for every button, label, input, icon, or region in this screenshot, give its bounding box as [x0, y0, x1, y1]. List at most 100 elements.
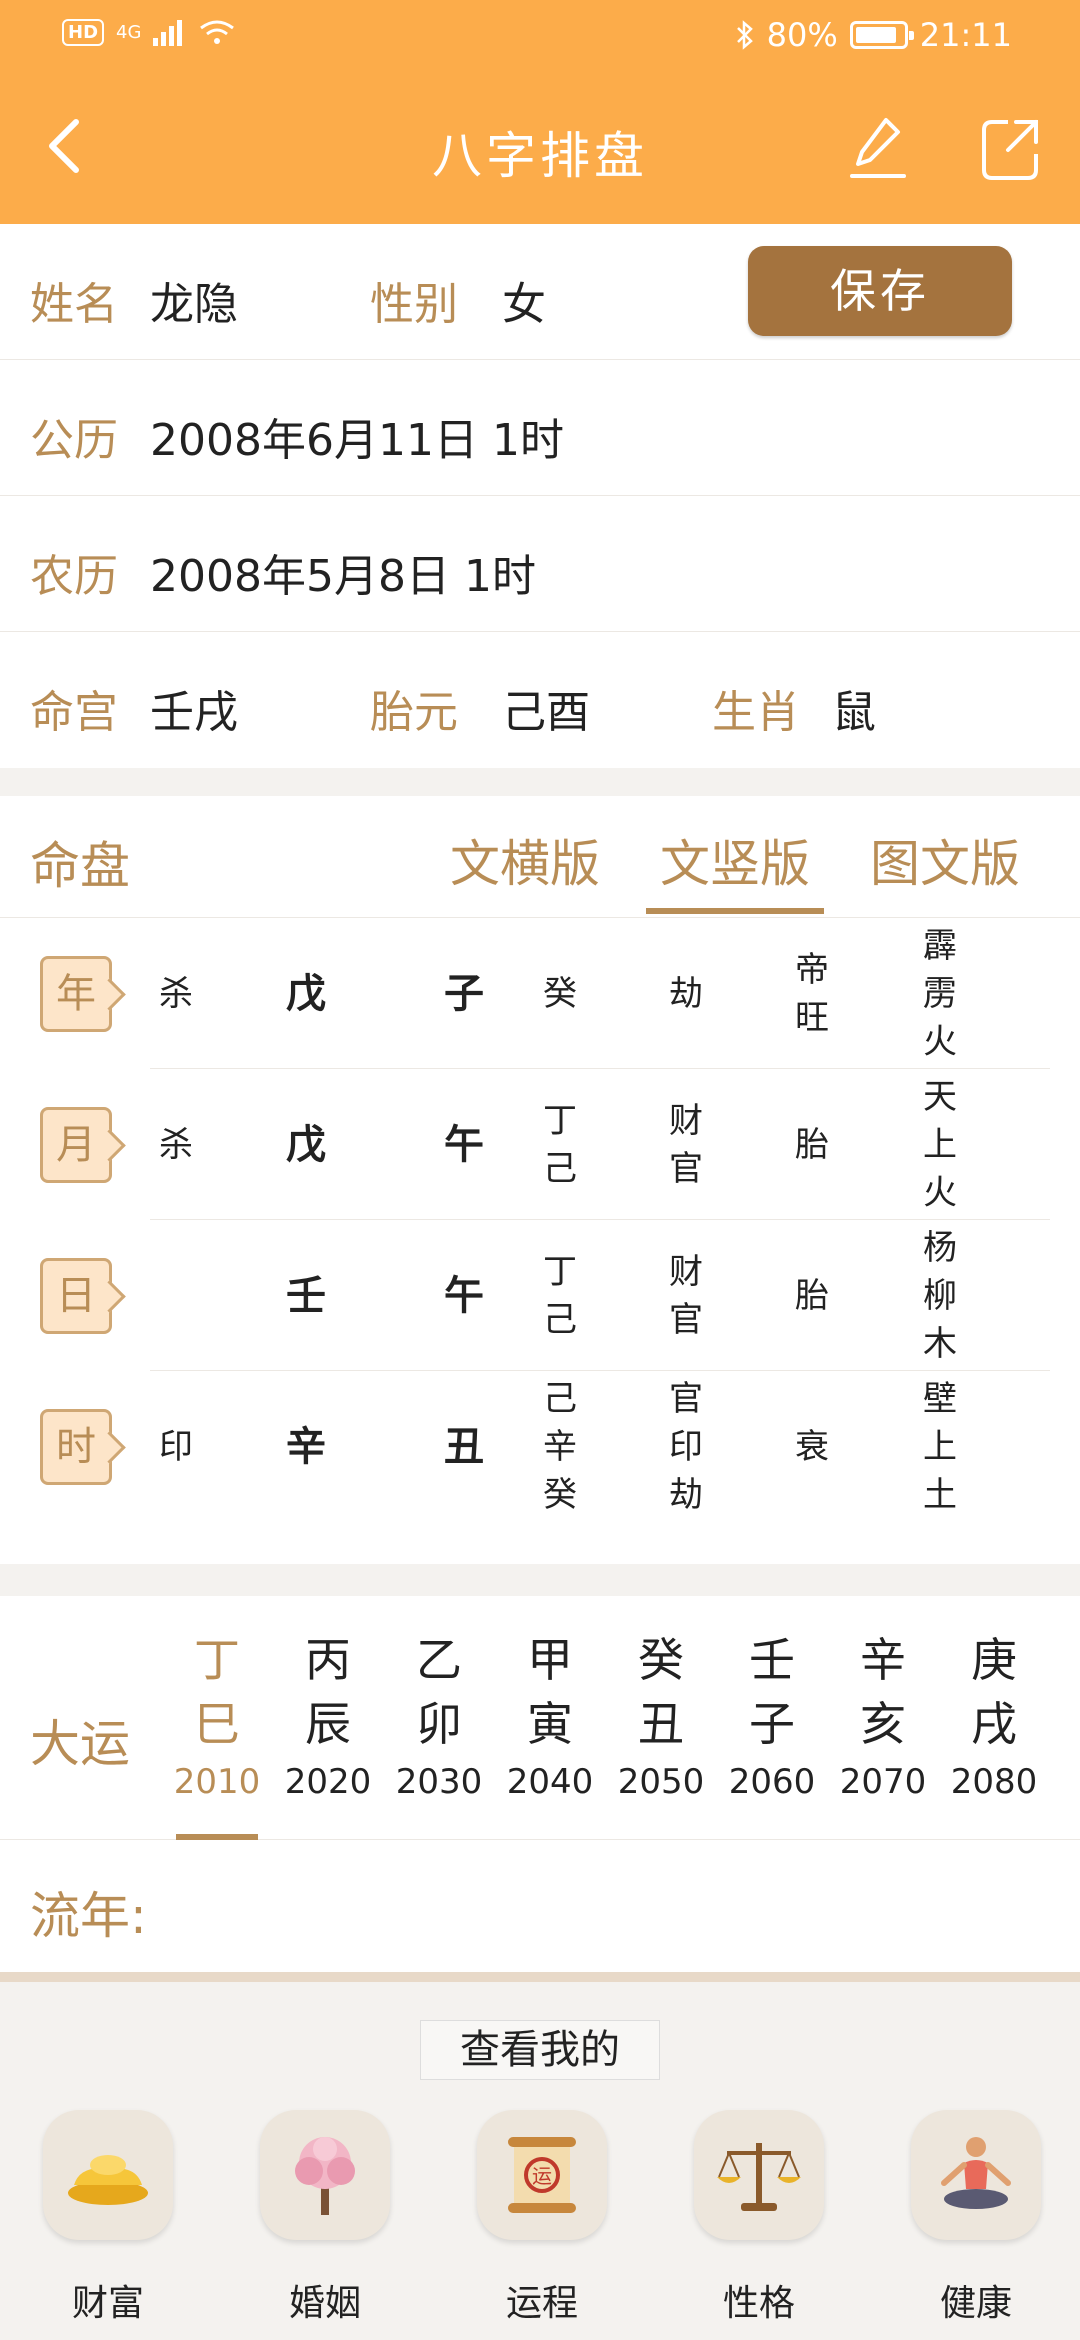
bazi-chart: 命盘 文横版 文竖版 图文版 年杀戊子癸劫帝旺霹雳火月杀戊午丁己财官胎天上火日壬…: [0, 796, 1080, 1564]
pillar-zhi: 午: [434, 1272, 494, 1320]
scroll-icon: 运: [477, 2110, 607, 2240]
luck-year: 2020: [284, 1762, 372, 1802]
pillar-cangshen-char: 财: [669, 1251, 703, 1292]
pillar-shishen: 杀: [146, 970, 206, 1018]
luck-top-char: 丁: [194, 1633, 240, 1687]
pillar-cangshen-char: 官: [669, 1299, 703, 1340]
view-mine-title: 查看我的: [420, 2020, 660, 2080]
blossom-tree-icon: [260, 2110, 390, 2240]
pillar-canggan-char: 己: [543, 1378, 577, 1419]
luck-bottom-char: 戌: [971, 1697, 1017, 1751]
pillar-canggan: 丁己: [530, 1248, 590, 1344]
pillar-nayin-char: 壁: [923, 1378, 957, 1419]
clock: 21:11: [919, 16, 1012, 54]
pillar-label: 时: [40, 1409, 112, 1485]
pillar-zhi-char: 丑: [444, 1423, 484, 1470]
app-header-bg: HD 4G 80% 21:11 八字排盘: [0, 0, 1080, 224]
category-label: 婚姻: [288, 2283, 361, 2324]
luck-column[interactable]: 癸丑 2050: [606, 1628, 716, 1806]
battery-icon: [849, 21, 914, 49]
luck-column[interactable]: 辛亥 2070: [828, 1628, 938, 1806]
category-label: 运程: [505, 2283, 578, 2324]
yoga-icon: [911, 2110, 1041, 2240]
pillar-zhi: 丑: [434, 1423, 494, 1471]
luck-column[interactable]: 庚戌 2080: [939, 1628, 1049, 1806]
battery-percent: 80%: [766, 16, 838, 54]
pillar-zhi-char: 子: [444, 970, 484, 1017]
pillar-label: 月: [40, 1107, 112, 1183]
share-button[interactable]: [978, 114, 1044, 184]
page-title: 八字排盘: [432, 127, 648, 185]
luck-year: 2040: [506, 1762, 594, 1802]
luck-top-char: 壬: [749, 1633, 795, 1687]
gender-value: 女: [502, 279, 546, 330]
luck-column[interactable]: 甲寅 2040: [495, 1628, 605, 1806]
solar-label: 公历: [30, 415, 118, 466]
pillar-zhi-char: 午: [444, 1272, 484, 1319]
status-bar: HD 4G 80% 21:11: [0, 0, 1080, 76]
title-bar: 八字排盘: [0, 76, 1080, 224]
pillar-cangshen: 财官: [656, 1097, 716, 1193]
pillar-nayin-char: 霹: [923, 925, 957, 966]
luck-column[interactable]: 壬子 2060: [717, 1628, 827, 1806]
edit-button[interactable]: [848, 114, 910, 184]
wifi-icon: [200, 20, 235, 44]
pillar-nayin-char: 雳: [923, 973, 957, 1014]
scales-icon: [694, 2110, 824, 2240]
extra-row: 命宫 壬戌 胎元 己酉 生肖 鼠: [0, 632, 1080, 768]
pillar-row: 时印辛丑己辛癸官印劫衰壁上土: [0, 1371, 1080, 1522]
lunar-label: 农历: [30, 551, 118, 602]
category-scales[interactable]: 性格: [689, 2110, 829, 2326]
save-button[interactable]: 保存: [748, 246, 1012, 336]
lunar-value: 2008年5月8日 1时: [150, 551, 536, 602]
tab-graphic[interactable]: 图文版: [870, 824, 1020, 896]
luck-year: 2080: [950, 1762, 1038, 1802]
pillar-state: 帝旺: [782, 946, 842, 1042]
luck-bottom-char: 寅: [527, 1697, 573, 1751]
luck-column[interactable]: 乙卯 2030: [384, 1628, 494, 1806]
luck-column[interactable]: 丙辰 2020: [273, 1628, 383, 1806]
pillar-cangshen-char: 劫: [669, 973, 703, 1014]
pillar-state: 胎: [782, 1272, 842, 1320]
pillar-cangshen: 劫: [656, 970, 716, 1018]
zodiac-label: 生肖: [712, 687, 800, 738]
category-yoga[interactable]: 健康: [906, 2110, 1046, 2326]
luck-year: 2010: [173, 1762, 261, 1802]
luck-year: 2070: [839, 1762, 927, 1802]
pillar-canggan: 己辛癸: [530, 1375, 590, 1519]
pillar-row: 年 杀 戊 子 癸 劫 帝旺 霹雳火: [0, 918, 1080, 1069]
category-gold-ingot[interactable]: 财富: [38, 2110, 178, 2326]
luck-column[interactable]: 丁巳 2010: [162, 1628, 272, 1840]
pillar-shishen: 印: [146, 1423, 206, 1471]
pillar-zhi: 午: [434, 1121, 494, 1169]
pillar-shishen-char: 杀: [159, 1124, 193, 1165]
taiyuan-label: 胎元: [370, 687, 458, 738]
pillar-nayin: 天上火: [910, 1073, 970, 1217]
pillar-cangshen-char: 官: [669, 1378, 703, 1419]
pillar-canggan-char: 辛: [543, 1426, 577, 1467]
pillar-cangshen-char: 印: [669, 1426, 703, 1467]
pillar-canggan-char: 己: [543, 1299, 577, 1340]
luck-year: 2060: [728, 1762, 816, 1802]
category-blossom-tree[interactable]: 婚姻: [255, 2110, 395, 2326]
pillar-label: 日: [40, 1258, 112, 1334]
hd-icon: HD: [62, 18, 105, 46]
luck-top-char: 庚: [971, 1633, 1017, 1687]
luck-bottom-char: 丑: [638, 1697, 684, 1751]
pillar-shishen-char: 印: [159, 1426, 193, 1467]
pencil-icon: [850, 118, 906, 178]
solar-row: 公历 2008年6月11日 1时: [0, 360, 1080, 496]
category-scroll[interactable]: 运运程: [472, 2110, 612, 2326]
tab-horizontal[interactable]: 文横版: [450, 824, 600, 896]
bluetooth-icon: [736, 20, 753, 50]
pillar-gan: 壬: [276, 1272, 336, 1320]
pillar-gan-char: 戊: [286, 970, 326, 1017]
minggong-value: 壬戌: [150, 687, 238, 738]
luck-year: 2030: [395, 1762, 483, 1802]
tab-vertical[interactable]: 文竖版: [646, 824, 824, 914]
pillar-state-char: 帝: [795, 949, 829, 990]
pillar-canggan-char: 丁: [543, 1251, 577, 1292]
luck-top-char: 甲: [527, 1633, 573, 1687]
gender-label: 性别: [370, 279, 458, 330]
pillar-canggan-char: 丁: [543, 1100, 577, 1141]
